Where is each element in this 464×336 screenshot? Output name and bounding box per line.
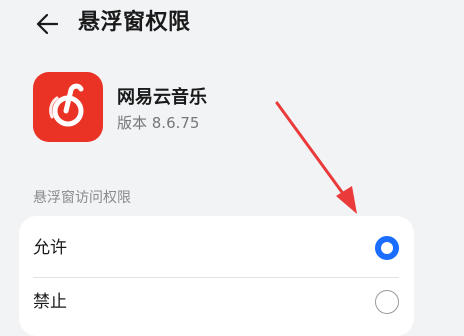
option-allow[interactable]: 允许 [19, 220, 414, 278]
app-name: 网易云音乐 [117, 87, 207, 108]
radio-checked-icon[interactable] [375, 236, 399, 260]
section-label: 悬浮窗访问权限 [33, 190, 131, 206]
permission-options-card: 允许 禁止 [19, 216, 414, 336]
radio-unchecked-icon[interactable] [375, 290, 399, 314]
app-info: 网易云音乐 版本 8.6.75 [33, 72, 433, 144]
back-button[interactable] [30, 8, 62, 40]
option-deny[interactable]: 禁止 [19, 274, 414, 330]
option-deny-label: 禁止 [33, 292, 67, 312]
option-allow-label: 允许 [33, 238, 67, 258]
app-version: 版本 8.6.75 [117, 114, 200, 132]
header-bar: 悬浮窗权限 [0, 0, 464, 46]
netease-cloud-music-icon [33, 72, 103, 142]
arrow-left-icon [36, 13, 59, 35]
page-title: 悬浮窗权限 [78, 10, 191, 35]
